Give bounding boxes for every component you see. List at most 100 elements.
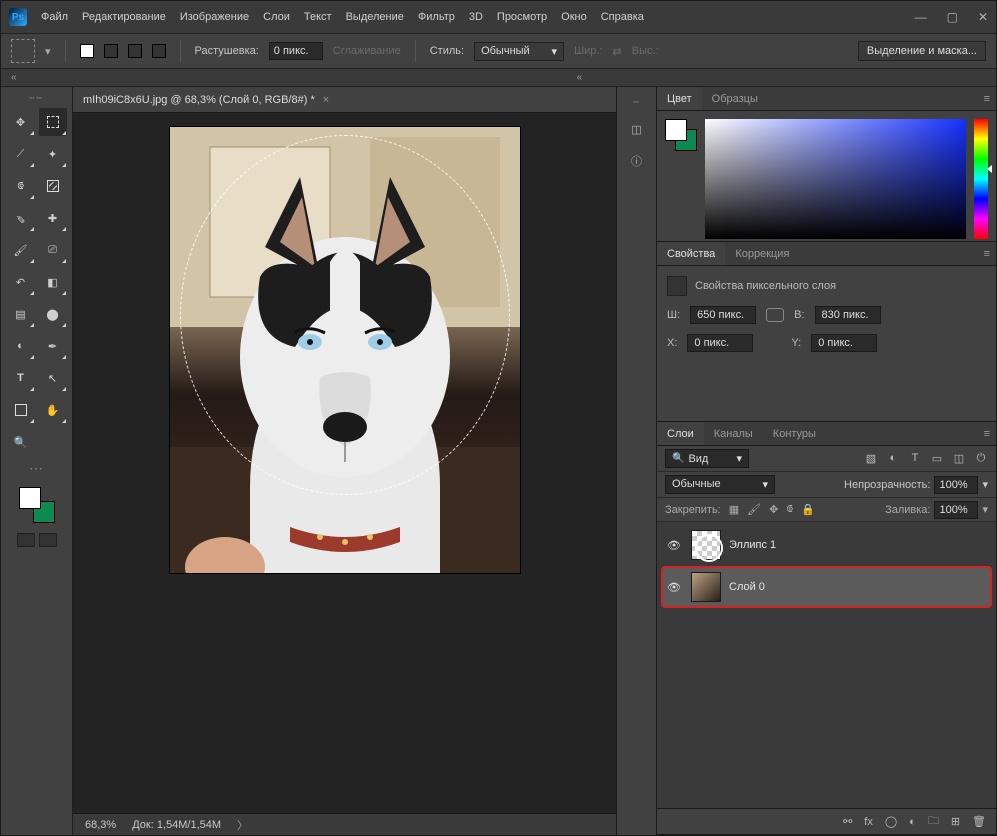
active-tool-icon[interactable] <box>11 39 35 63</box>
layer-name[interactable]: Эллипс 1 <box>729 539 776 551</box>
select-and-mask-button[interactable]: Выделение и маска... <box>858 41 986 61</box>
menu-edit[interactable]: Редактирование <box>82 11 166 23</box>
maximize-button[interactable]: ▢ <box>947 10 958 24</box>
tool-eraser[interactable] <box>39 268 67 296</box>
selection-intersect-icon[interactable] <box>152 44 166 58</box>
tool-dodge[interactable] <box>7 332 35 360</box>
y-value[interactable]: 0 пикс. <box>811 334 877 352</box>
edit-toolbar-icon[interactable]: ⋯ <box>29 460 44 477</box>
tool-shape[interactable] <box>7 396 35 424</box>
canvas-viewport[interactable] <box>73 113 616 813</box>
blend-mode-select[interactable]: Обычные▾ <box>665 475 775 494</box>
chevron-down-icon[interactable]: ▾ <box>45 45 51 58</box>
hue-slider[interactable] <box>974 119 988 239</box>
color-field[interactable] <box>705 119 966 239</box>
tab-adjustments[interactable]: Коррекция <box>725 242 799 265</box>
left-expand-icon[interactable]: « <box>11 72 17 83</box>
menu-view[interactable]: Просмотр <box>497 11 547 23</box>
delete-layer-icon[interactable]: 🗑 <box>972 815 986 828</box>
menu-3d[interactable]: 3D <box>469 11 483 23</box>
zoom-level[interactable]: 68,3% <box>85 819 116 831</box>
tab-paths[interactable]: Контуры <box>763 422 826 445</box>
selection-new-icon[interactable] <box>80 44 94 58</box>
screenmode-icon[interactable] <box>39 533 57 547</box>
new-group-icon[interactable]: 🗀 <box>928 812 939 831</box>
feather-input[interactable]: 0 пикс. <box>269 42 323 60</box>
tab-properties[interactable]: Свойства <box>657 242 725 265</box>
layer-thumb[interactable] <box>691 572 721 602</box>
tool-move[interactable] <box>7 108 35 136</box>
dock-grip-icon[interactable]: ┅ <box>633 97 639 108</box>
panel-menu-icon[interactable]: ≡ <box>984 248 990 260</box>
filter-toggle-icon[interactable]: ⏻ <box>974 452 988 465</box>
lock-artboard-icon[interactable]: ⟃ <box>786 503 793 516</box>
right-expand-icon[interactable]: « <box>577 72 583 83</box>
layer-item[interactable]: 👁 Слой 0 <box>663 568 990 606</box>
minimize-button[interactable]: ― <box>915 10 927 24</box>
tool-crop[interactable] <box>7 172 35 200</box>
tool-gradient[interactable] <box>7 300 35 328</box>
info-panel-icon[interactable]: ⓘ <box>626 150 648 172</box>
tab-layers[interactable]: Слои <box>657 422 704 445</box>
menu-layer[interactable]: Слои <box>263 11 290 23</box>
tool-hand[interactable] <box>39 396 67 424</box>
chevron-down-icon[interactable]: ▾ <box>982 478 988 491</box>
menu-select[interactable]: Выделение <box>346 11 404 23</box>
lock-paint-icon[interactable]: 🖌 <box>747 503 761 516</box>
quickmask-icon[interactable] <box>17 533 35 547</box>
lock-transparent-icon[interactable]: ▦ <box>729 503 739 516</box>
color-foreground-background[interactable] <box>665 119 697 151</box>
tool-history-brush[interactable] <box>7 268 35 296</box>
tab-swatches[interactable]: Образцы <box>702 87 768 110</box>
tool-pen[interactable] <box>39 332 67 360</box>
layer-fx-icon[interactable]: fx <box>864 816 873 828</box>
height-value[interactable]: 830 пикс. <box>815 306 881 324</box>
tool-eyedropper[interactable] <box>7 204 35 232</box>
filter-type-icon[interactable]: T <box>908 452 922 465</box>
tool-heal[interactable] <box>39 204 67 232</box>
menu-window[interactable]: Окно <box>561 11 587 23</box>
filter-smart-icon[interactable]: ◫ <box>952 452 966 465</box>
tab-channels[interactable]: Каналы <box>704 422 763 445</box>
filter-shape-icon[interactable]: ▭ <box>930 452 944 465</box>
document-tab[interactable]: mIh09iC8x6U.jpg @ 68,3% (Слой 0, RGB/8#)… <box>73 87 616 113</box>
selection-subtract-icon[interactable] <box>128 44 142 58</box>
panel-menu-icon[interactable]: ≡ <box>984 428 990 440</box>
menu-filter[interactable]: Фильтр <box>418 11 455 23</box>
tab-color[interactable]: Цвет <box>657 87 702 110</box>
panel-menu-icon[interactable]: ≡ <box>984 93 990 105</box>
history-panel-icon[interactable]: ◫ <box>626 118 648 140</box>
close-button[interactable]: ✕ <box>978 10 988 24</box>
menu-image[interactable]: Изображение <box>180 11 249 23</box>
lock-position-icon[interactable]: ✥ <box>769 503 778 516</box>
menu-help[interactable]: Справка <box>601 11 644 23</box>
tool-frame[interactable] <box>39 172 67 200</box>
opacity-value[interactable]: 100% <box>934 476 978 494</box>
canvas-image[interactable] <box>170 127 520 573</box>
link-layers-icon[interactable]: ⚯ <box>843 815 852 828</box>
layer-name[interactable]: Слой 0 <box>729 581 765 593</box>
tool-brush[interactable] <box>7 236 35 264</box>
selection-add-icon[interactable] <box>104 44 118 58</box>
tool-blur[interactable] <box>39 300 67 328</box>
filter-adjust-icon[interactable]: ◐ <box>886 452 900 465</box>
new-layer-icon[interactable]: ⊞ <box>951 815 960 828</box>
tool-clone-stamp[interactable] <box>39 236 67 264</box>
filter-pixel-icon[interactable]: ▧ <box>864 452 878 465</box>
tool-path-select[interactable] <box>39 364 67 392</box>
fill-value[interactable]: 100% <box>934 501 978 519</box>
status-chevron-icon[interactable]: 〉 <box>237 817 248 833</box>
layer-filter-select[interactable]: 🔍Вид▾ <box>665 449 749 468</box>
menu-file[interactable]: Файл <box>41 11 68 23</box>
width-value[interactable]: 650 пикс. <box>690 306 756 324</box>
chevron-down-icon[interactable]: ▾ <box>982 503 988 516</box>
layer-item[interactable]: 👁 Эллипс 1 <box>663 526 990 564</box>
tool-marquee[interactable] <box>39 108 67 136</box>
foreground-color[interactable] <box>19 487 41 509</box>
x-value[interactable]: 0 пикс. <box>687 334 753 352</box>
layer-thumb[interactable] <box>691 530 721 560</box>
palette-grip-icon[interactable]: ┅┅ <box>22 93 52 104</box>
visibility-icon[interactable]: 👁 <box>667 581 683 594</box>
link-wh-icon[interactable] <box>766 308 784 322</box>
tool-magic-wand[interactable] <box>39 140 67 168</box>
